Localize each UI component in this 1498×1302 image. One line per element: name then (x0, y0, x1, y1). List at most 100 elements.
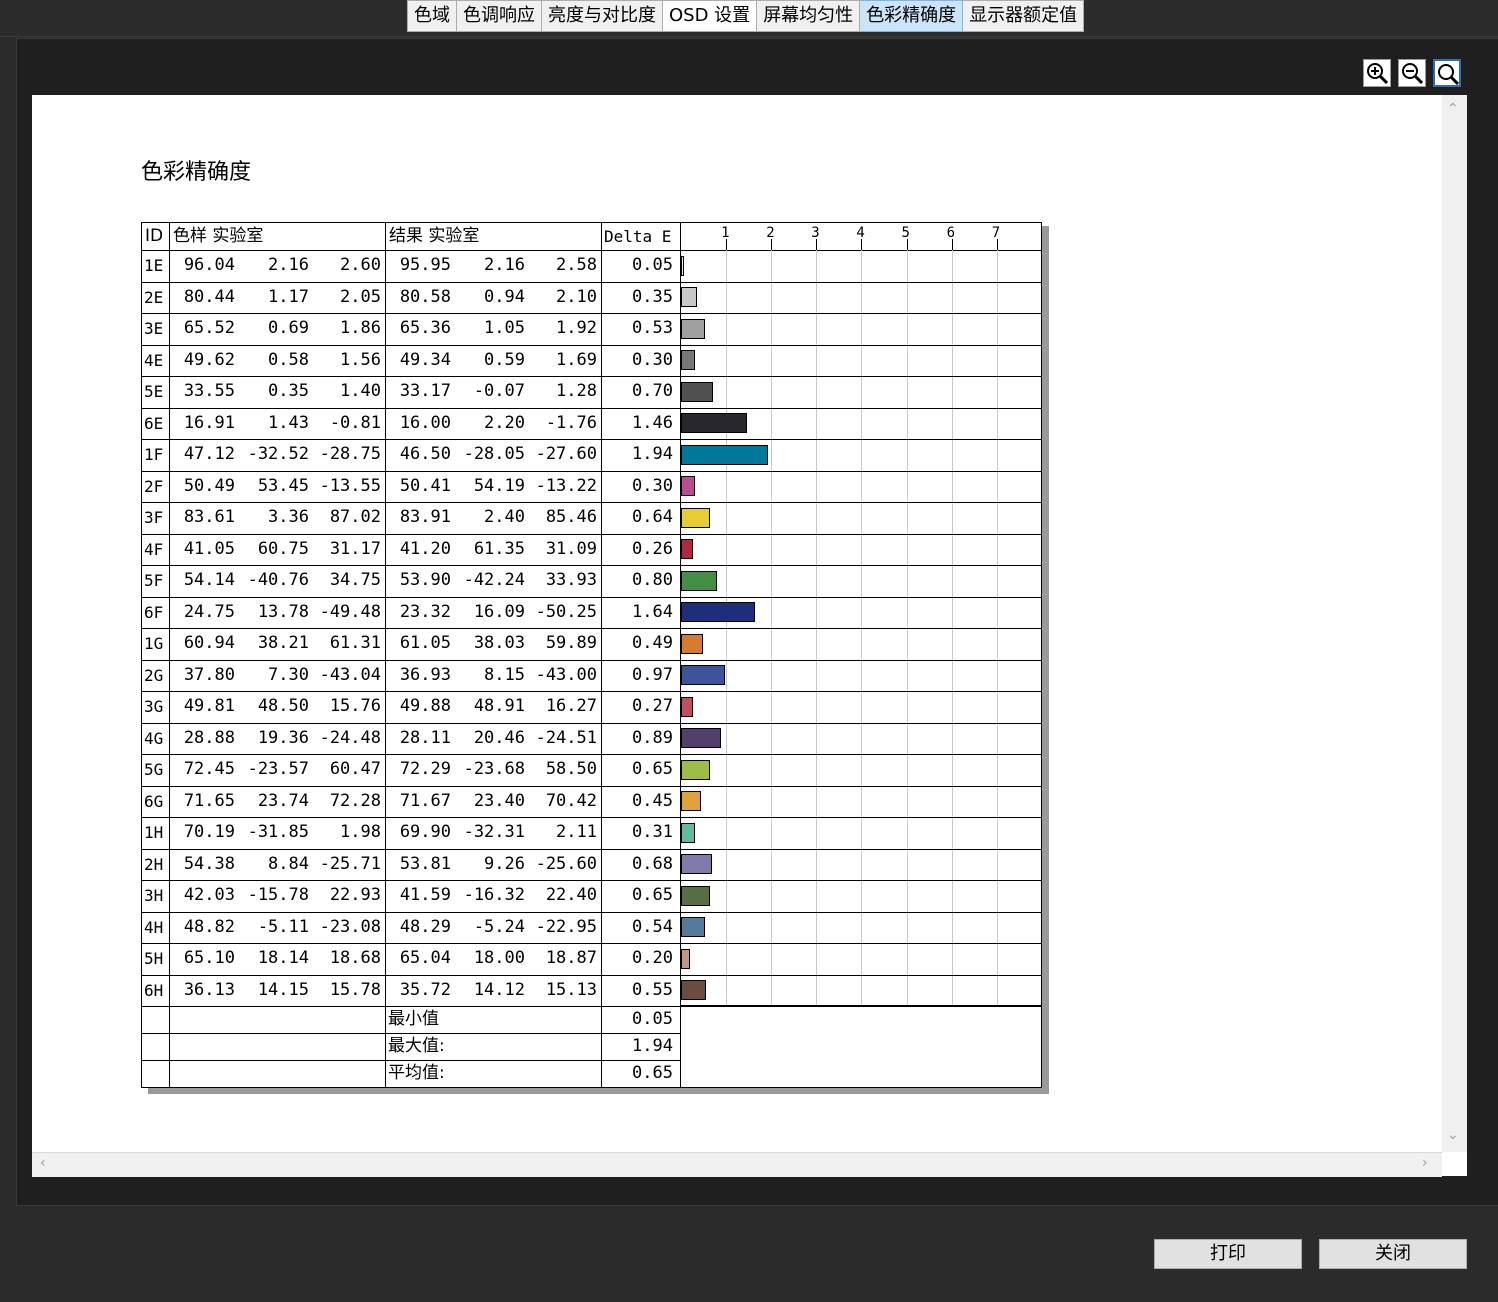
delta-e-value: 0.20 (632, 948, 673, 968)
table-row: 2H 54.38 8.84 -25.71 53.81 9.26 -25.60 0.68 (142, 849, 1041, 881)
table-row: 4H 48.82 -5.11 -23.08 48.29 -5.24 -22.95 0.54 (142, 912, 1041, 944)
axis-tick-mark (951, 239, 953, 250)
scroll-corner (1442, 1152, 1467, 1176)
table-row: 5G 72.45 -23.57 60.47 72.29 -23.68 58.50 0.65 (142, 754, 1041, 787)
horizontal-scrollbar[interactable]: ‹ › (32, 1152, 1442, 1177)
tab-3[interactable]: OSD 设置 (663, 0, 758, 32)
delta-e-value: 1.46 (632, 412, 673, 433)
delta-e-bar (681, 791, 702, 812)
zoom-reset-button[interactable] (1433, 59, 1461, 87)
result-value: -43.00 (535, 664, 597, 685)
delta-e-value: 0.49 (632, 633, 673, 653)
result-value: 85.46 (545, 507, 597, 527)
delta-e-value: 0.53 (632, 318, 673, 338)
delta-e-value: 0.89 (632, 727, 673, 748)
zoom-out-button[interactable] (1398, 59, 1426, 87)
result-value: -50.25 (535, 601, 597, 622)
scroll-right-icon[interactable]: › (1422, 1155, 1428, 1171)
table-row: 1H 70.19 -31.85 1.98 69.90 -32.31 2.11 0.31 (142, 817, 1041, 850)
zoom-out-icon (1402, 63, 1423, 84)
result-value: 15.13 (545, 979, 597, 1000)
report-title: 色彩精确度 (141, 160, 252, 185)
delta-e-bar (681, 854, 712, 875)
tab-1[interactable]: 色调响应 (457, 0, 542, 32)
column-divider (385, 223, 386, 1087)
summary-row: 平均值: 0.65 (142, 1060, 680, 1088)
row-id: 5F (144, 571, 164, 590)
result-value: 2.11 (556, 822, 597, 842)
row-id: 6F (144, 602, 164, 622)
print-button[interactable]: 打印 (1154, 1239, 1302, 1269)
tab-2[interactable]: 亮度与对比度 (542, 0, 663, 32)
table-row: 4E 49.62 0.58 1.56 49.34 0.59 1.69 0.30 (142, 345, 1041, 377)
delta-e-bar (681, 948, 691, 969)
scroll-down-icon[interactable]: ⌄ (1447, 1127, 1459, 1143)
sample-value: 18.68 (329, 948, 381, 968)
sample-value: 1.98 (340, 822, 381, 842)
zoom-reset-icon (1438, 64, 1459, 85)
delta-e-bar (681, 602, 755, 623)
result-value: 2.10 (556, 286, 597, 307)
table-row: 3E 65.52 0.69 1.86 65.36 1.05 1.92 0.53 (142, 313, 1041, 346)
summary-value: 0.05 (632, 1009, 673, 1029)
summary-label: 平均值: (388, 1063, 445, 1083)
delta-e-bar (681, 633, 704, 654)
delta-e-bar (681, 570, 718, 591)
scroll-left-icon[interactable]: ‹ (40, 1155, 46, 1171)
header-delta-e: Delta E (604, 227, 672, 246)
axis-tick-mark (816, 239, 818, 250)
column-divider (680, 223, 681, 1087)
tab-4[interactable]: 屏幕均匀性 (757, 0, 861, 32)
row-id: 5G (144, 760, 164, 779)
delta-e-value: 0.80 (632, 570, 673, 590)
summary-row: 最小值 0.05 (142, 1006, 680, 1034)
table-row: 5F 54.14 -40.76 34.75 53.90 -42.24 33.93 0.80 (142, 565, 1041, 598)
sample-value: -24.48 (319, 727, 381, 748)
row-id: 2E (144, 287, 164, 307)
delta-e-bar (681, 255, 684, 276)
table-row: 6F 24.75 13.78 -49.48 23.32 16.09 -50.25 1.64 (142, 597, 1041, 629)
chart-bottom-line (680, 1005, 1041, 1006)
result-value: 1.92 (556, 318, 597, 338)
row-id: 4H (144, 917, 164, 937)
table-row: 5E 33.55 0.35 1.40 33.17 -0.07 1.28 0.70 (142, 376, 1041, 409)
delta-e-bar (681, 696, 694, 717)
delta-e-value: 0.55 (632, 979, 673, 1000)
sample-value: 2.60 (340, 255, 381, 275)
sample-value: -0.81 (329, 412, 381, 433)
row-id: 2G (144, 665, 164, 685)
axis-tick-mark (771, 239, 773, 250)
table-row: 6E 16.91 1.43 -0.81 16.00 2.20 -1.76 1.46 (142, 408, 1041, 440)
tab-6[interactable]: 显示器额定值 (963, 0, 1085, 32)
table-row: 6G 71.65 23.74 72.28 71.67 23.40 70.42 0.45 (142, 786, 1041, 818)
delta-e-value: 0.45 (632, 790, 673, 811)
delta-e-bar (681, 980, 706, 1001)
result-value: 58.50 (545, 759, 597, 779)
delta-e-bar (681, 759, 711, 780)
table-row: 2F 50.49 53.45 -13.55 50.41 54.19 -13.22 0.30 (142, 471, 1041, 503)
summary-label: 最小值 (388, 1009, 439, 1029)
result-value: -1.76 (545, 412, 597, 433)
vertical-scrollbar[interactable]: ⌃ ⌄ (1442, 95, 1467, 1152)
zoom-in-icon (1367, 63, 1388, 84)
sample-value: 2.05 (340, 286, 381, 307)
row-id: 4G (144, 728, 164, 748)
result-value: -27.60 (535, 444, 597, 464)
zoom-in-button[interactable] (1363, 59, 1391, 87)
tab-0[interactable]: 色域 (407, 0, 457, 32)
delta-e-value: 0.54 (632, 916, 673, 937)
sample-value: 61.31 (329, 633, 381, 653)
delta-e-bar (681, 885, 711, 906)
axis-tick-mark (861, 239, 863, 250)
close-button[interactable]: 关闭 (1319, 1239, 1467, 1269)
table-row: 3G 49.81 48.50 15.76 49.88 48.91 16.27 0.27 (142, 691, 1041, 724)
scroll-up-icon[interactable]: ⌃ (1447, 101, 1459, 117)
delta-e-bar (681, 287, 697, 308)
sample-value: -13.55 (319, 475, 381, 496)
result-value: 31.09 (545, 538, 597, 559)
delta-e-bar (681, 413, 747, 434)
delta-e-value: 0.27 (632, 696, 673, 716)
result-value: 18.87 (545, 948, 597, 968)
tab-5[interactable]: 色彩精确度 (860, 0, 964, 32)
table-header-row: ID 色样 实验室 结果 实验室 Delta E1234567 (142, 223, 1041, 251)
